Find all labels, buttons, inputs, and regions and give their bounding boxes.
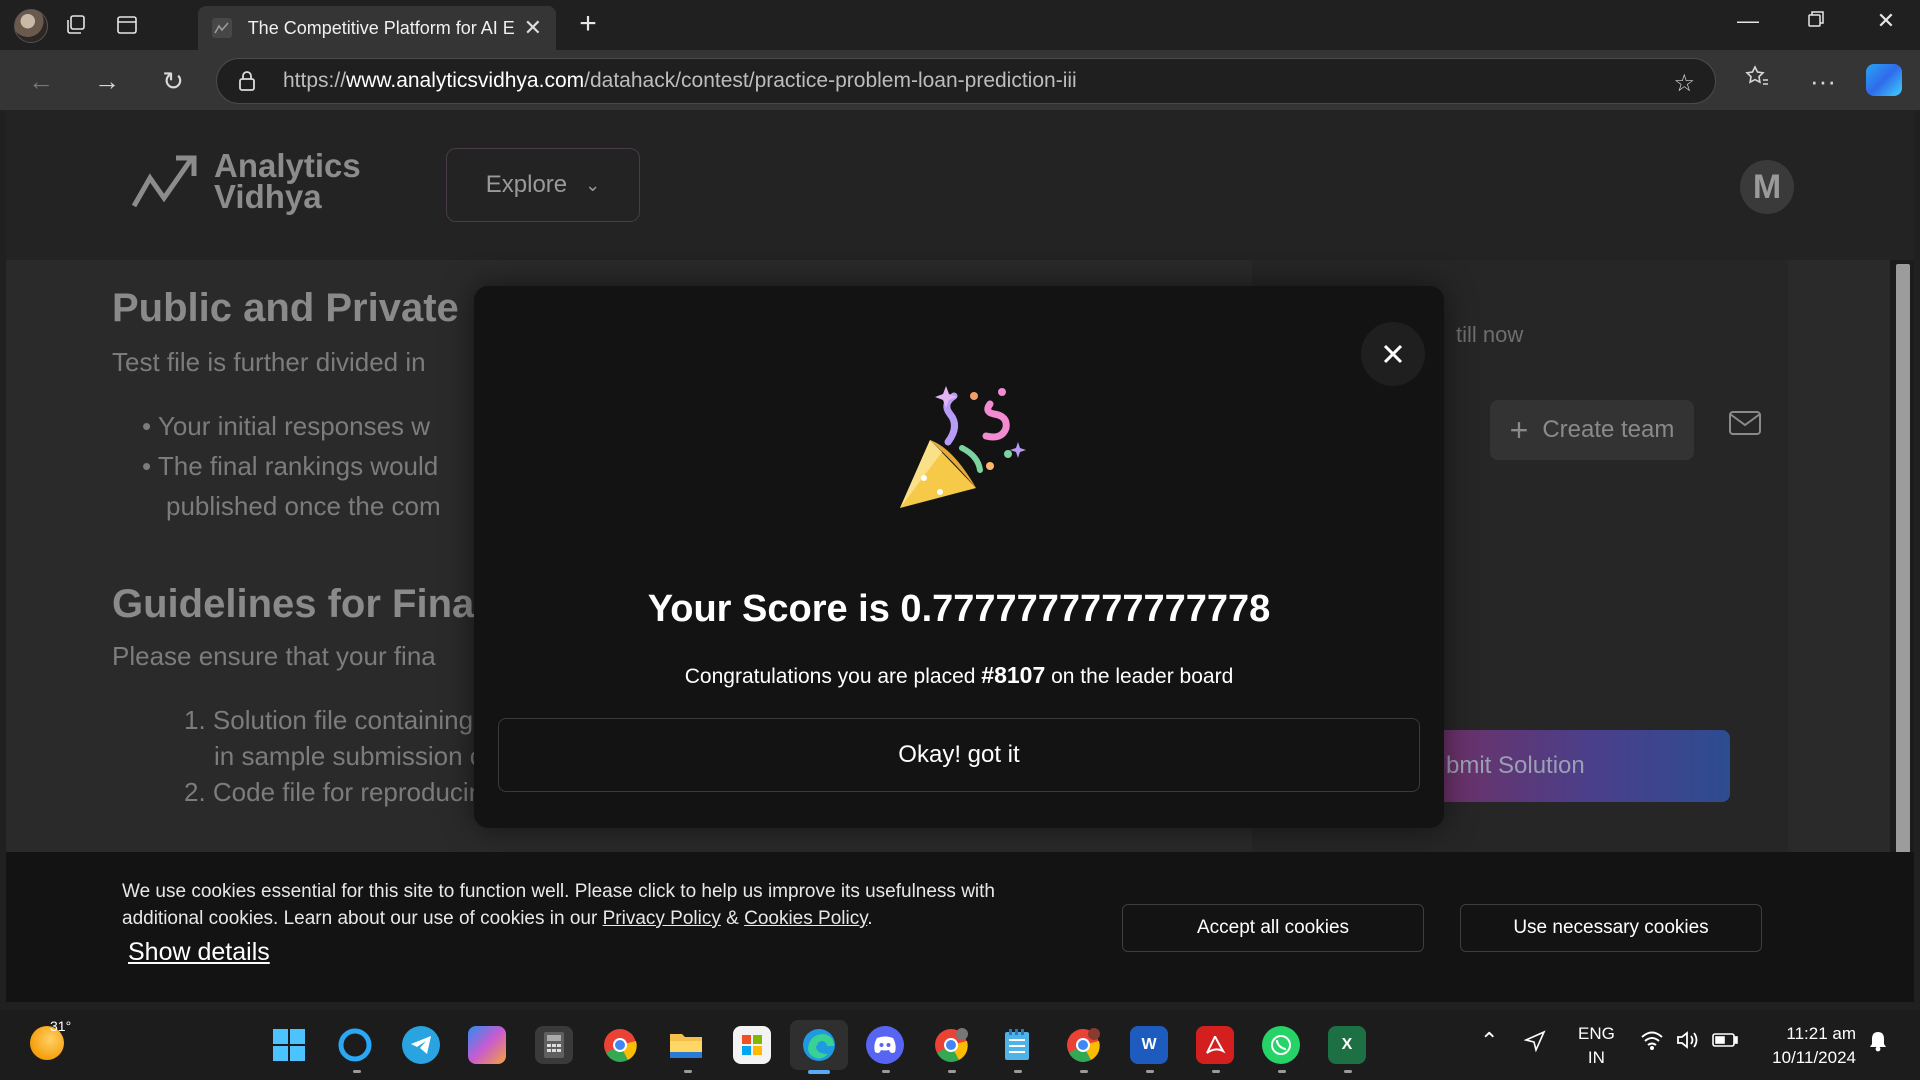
chrome-profile-2-icon[interactable] (1064, 1026, 1102, 1064)
running-indicator (1278, 1070, 1286, 1073)
location-icon[interactable] (1523, 1030, 1546, 1057)
lock-icon (237, 70, 259, 92)
show-hidden-icons-chevron-icon[interactable]: ⌃ (1480, 1028, 1498, 1054)
create-team-label: Create team (1542, 416, 1675, 443)
till-now-text: till now (1456, 322, 1524, 347)
user-avatar[interactable]: M (1740, 160, 1794, 214)
restore-icon[interactable] (1796, 8, 1836, 34)
site-header: Analytics Vidhya Explore ⌄ M (6, 110, 1914, 260)
running-indicator (882, 1070, 890, 1073)
minimize-icon[interactable]: — (1728, 8, 1768, 34)
volume-icon[interactable] (1676, 1030, 1700, 1055)
running-indicator (1080, 1070, 1088, 1073)
browser-toolbar: ← → ↻ https://www.analyticsvidhya.com/da… (0, 50, 1920, 110)
chrome-profile-icon[interactable] (932, 1026, 970, 1064)
windows-taskbar: 31° W X ⌃ ENG IN 11:21 am 10/11/2024 (0, 1010, 1920, 1080)
vertical-tabs-icon[interactable] (111, 9, 143, 41)
favorite-star-icon[interactable]: ☆ (1673, 69, 1695, 98)
discord-icon[interactable] (866, 1026, 904, 1064)
leaderboard-rank: #8107 (981, 662, 1046, 688)
forward-arrow-icon[interactable]: → (90, 64, 124, 98)
running-indicator (1146, 1070, 1154, 1073)
chevron-down-icon: ⌄ (585, 174, 601, 195)
whatsapp-icon[interactable] (1262, 1026, 1300, 1064)
new-tab-button[interactable]: + (572, 9, 604, 41)
congratulations-text: Congratulations you are placed #8107 on … (684, 662, 1234, 688)
language-indicator[interactable]: ENG IN (1578, 1022, 1615, 1070)
back-arrow-icon[interactable]: ← (24, 64, 58, 98)
running-indicator (353, 1070, 361, 1073)
logo-text-line1: Analytics (214, 147, 361, 184)
score-text: Your Score is 0.7777777777777778 (647, 588, 1271, 630)
browser-tab-bar: The Competitive Platform for AI E ✕ + — … (0, 0, 1920, 50)
logo-text-line2: Vidhya (214, 178, 322, 215)
word-icon[interactable]: W (1130, 1026, 1168, 1064)
logo-chart-icon (131, 155, 197, 208)
system-clock[interactable]: 11:21 am 10/11/2024 (1760, 1022, 1856, 1070)
tab-close-icon[interactable]: ✕ (524, 15, 542, 41)
modal-close-button[interactable] (1361, 322, 1425, 386)
favorites-icon[interactable] (1740, 64, 1774, 98)
wifi-icon[interactable] (1640, 1030, 1664, 1055)
plus-icon: + (1509, 411, 1529, 448)
site-logo[interactable]: Analytics Vidhya (130, 147, 361, 215)
browser-tab-active[interactable]: The Competitive Platform for AI E ✕ (198, 6, 556, 50)
microsoft-store-icon[interactable] (733, 1026, 771, 1064)
copilot-taskbar-icon[interactable] (468, 1026, 506, 1064)
running-indicator (948, 1070, 956, 1073)
acrobat-icon[interactable] (1196, 1026, 1234, 1064)
party-popper-icon (900, 386, 1026, 508)
running-indicator (1014, 1070, 1022, 1073)
accept-all-cookies-button[interactable]: Accept all cookies (1122, 904, 1424, 952)
running-indicator (684, 1070, 692, 1073)
create-team-button[interactable]: + Create team (1490, 400, 1694, 460)
chrome-icon[interactable] (601, 1026, 639, 1064)
mail-icon[interactable] (1728, 410, 1762, 436)
battery-icon[interactable] (1712, 1032, 1738, 1053)
file-explorer-icon[interactable] (667, 1026, 705, 1064)
address-bar[interactable]: https://www.analyticsvidhya.com/datahack… (216, 58, 1716, 104)
privacy-policy-link[interactable]: Privacy Policy (603, 908, 721, 929)
edge-icon[interactable] (790, 1020, 848, 1070)
notification-bell-icon[interactable] (1868, 1030, 1888, 1057)
browser-profile-avatar[interactable] (14, 9, 48, 43)
cookie-banner: We use cookies essential for this site t… (6, 852, 1914, 1002)
running-indicator (1212, 1070, 1220, 1073)
telegram-icon[interactable] (402, 1026, 440, 1064)
explore-dropdown[interactable]: Explore ⌄ (446, 148, 640, 222)
score-modal: Your Score is 0.7777777777777778 Congrat… (474, 286, 1444, 828)
explore-label: Explore (485, 171, 568, 198)
cookies-policy-link[interactable]: Cookies Policy (744, 908, 867, 929)
more-options-icon[interactable]: ··· (1806, 64, 1840, 98)
start-windows-icon[interactable] (270, 1026, 308, 1064)
close-icon (1383, 344, 1403, 364)
temperature: 31° (50, 1018, 72, 1034)
use-necessary-cookies-button[interactable]: Use necessary cookies (1460, 904, 1762, 952)
excel-icon[interactable]: X (1328, 1026, 1366, 1064)
active-app-indicator (808, 1070, 830, 1074)
workspaces-icon[interactable] (60, 9, 92, 41)
okay-got-it-button[interactable]: Okay! got it (498, 718, 1420, 792)
weather-widget[interactable]: 31° (30, 1018, 71, 1060)
refresh-icon[interactable]: ↻ (156, 64, 190, 98)
url-text: https://www.analyticsvidhya.com/datahack… (283, 69, 1077, 92)
notepad-icon[interactable] (998, 1026, 1036, 1064)
running-indicator (1344, 1070, 1352, 1073)
show-details-link[interactable]: Show details (128, 938, 270, 967)
copilot-icon[interactable] (1866, 64, 1902, 96)
tab-title: The Competitive Platform for AI E (247, 17, 514, 38)
calculator-icon[interactable] (535, 1026, 573, 1064)
cortana-icon[interactable] (336, 1026, 374, 1064)
close-window-icon[interactable]: ✕ (1866, 8, 1906, 34)
cookie-text: We use cookies essential for this site t… (122, 881, 995, 929)
tab-favicon-icon (212, 18, 232, 38)
